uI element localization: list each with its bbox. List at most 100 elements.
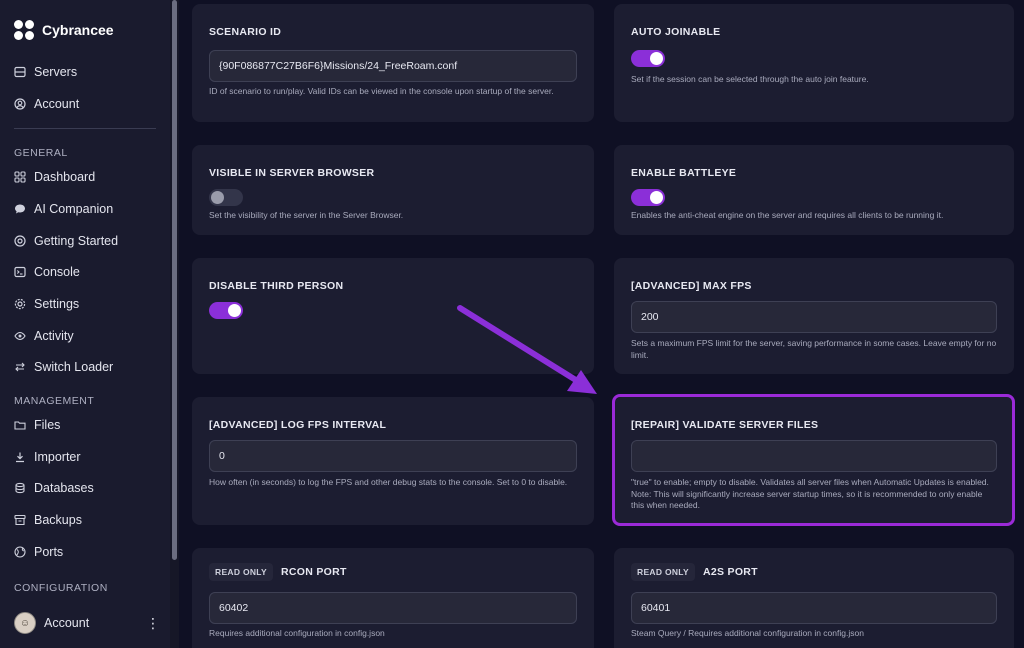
brand[interactable]: Cybrancee: [0, 0, 170, 42]
sidebar-item-label: Importer: [34, 449, 81, 464]
card-title: DISABLE THIRD PERSON: [209, 280, 344, 292]
sidebar-item-backups[interactable]: Backups: [0, 504, 170, 536]
sidebar-item-importer[interactable]: Importer: [0, 441, 170, 473]
card-description: Sets a maximum FPS limit for the server,…: [631, 338, 997, 360]
sidebar-item-label: Backups: [34, 513, 82, 528]
section-label-general: GENERAL: [14, 147, 68, 160]
sidebar-item-label: Databases: [34, 481, 94, 496]
sidebar-item-dashboard[interactable]: Dashboard: [0, 161, 170, 193]
sidebar-scrollbar[interactable]: [170, 0, 179, 648]
dashboard-icon: [14, 171, 26, 183]
card-description: ID of scenario to run/play. Valid IDs ca…: [209, 86, 554, 96]
sidebar-item-label: Files: [34, 418, 61, 433]
sidebar-item-label: Console: [34, 265, 80, 280]
sidebar-item-settings[interactable]: Settings: [0, 288, 170, 320]
sidebar-item-ai-companion[interactable]: AI Companion: [0, 193, 170, 225]
sidebar-item-label: Switch Loader: [34, 360, 114, 375]
scenario-id-input[interactable]: {90F086877C27B6F6}Missions/24_FreeRoam.c…: [209, 50, 577, 82]
rcon-port-input[interactable]: 60402: [209, 592, 577, 624]
sidebar-item-label: Servers: [34, 64, 78, 79]
database-icon: [14, 482, 26, 494]
card-title: RCON PORT: [280, 566, 347, 578]
enable-battleye-toggle[interactable]: [631, 189, 665, 206]
section-label-management: MANAGEMENT: [14, 395, 95, 408]
card-rcon-port: READ ONLY RCON PORT 60402 Requires addit…: [192, 548, 594, 648]
sidebar-item-label: Settings: [34, 296, 80, 311]
card-visible-in-server-browser: VISIBLE IN SERVER BROWSER Set the visibi…: [192, 145, 594, 235]
card-auto-joinable: AUTO JOINABLE Set if the session can be …: [614, 4, 1014, 122]
card-description: Enables the anti-cheat engine on the ser…: [631, 210, 944, 220]
card-title: VISIBLE IN SERVER BROWSER: [209, 167, 375, 179]
sidebar-item-account[interactable]: Account: [0, 88, 170, 120]
archive-icon: [14, 514, 26, 526]
brand-name: Cybrancee: [42, 22, 114, 38]
account-menu[interactable]: ☺ Account ⋮: [0, 598, 170, 648]
sidebar-item-label: Account: [34, 96, 80, 111]
card-title: [ADVANCED] MAX FPS: [631, 280, 752, 292]
sidebar-item-switch-loader[interactable]: Switch Loader: [0, 352, 170, 384]
sidebar-item-servers[interactable]: Servers: [0, 56, 170, 88]
servers-icon: [14, 66, 26, 78]
brand-logo-icon: [14, 20, 34, 40]
sidebar-divider: [14, 128, 156, 130]
eye-icon: [14, 330, 26, 342]
card-enable-battleye: ENABLE BATTLEYE Enables the anti-cheat e…: [614, 145, 1014, 235]
card-title: [REPAIR] VALIDATE SERVER FILES: [631, 419, 819, 431]
card-disable-third-person: DISABLE THIRD PERSON: [192, 258, 594, 374]
sidebar-item-label: Activity: [34, 328, 74, 343]
card-log-fps-interval: [ADVANCED] LOG FPS INTERVAL 0 How often …: [192, 397, 594, 525]
sidebar-item-label: Ports: [34, 544, 64, 559]
scrollbar-thumb[interactable]: [172, 0, 177, 560]
card-a2s-port: READ ONLY A2S PORT 60401 Steam Query / R…: [614, 548, 1014, 648]
card-scenario-id: SCENARIO ID {90F086877C27B6F6}Missions/2…: [192, 4, 594, 122]
card-title: SCENARIO ID: [209, 26, 282, 38]
sidebar: Cybrancee Servers Account GENERAL Dashbo…: [0, 0, 170, 648]
max-fps-input[interactable]: 200: [631, 301, 997, 333]
sidebar-item-label: Getting Started: [34, 233, 119, 248]
visible-in-browser-toggle[interactable]: [209, 189, 243, 206]
card-description: Set the visibility of the server in the …: [209, 210, 404, 220]
account-icon: [14, 97, 26, 110]
globe-icon: [14, 546, 26, 558]
card-description: Steam Query / Requires additional config…: [631, 628, 864, 638]
card-validate-server-files: [REPAIR] VALIDATE SERVER FILES "true" to…: [614, 397, 1014, 525]
avatar: ☺: [14, 612, 36, 634]
sidebar-item-activity[interactable]: Activity: [0, 320, 170, 352]
download-icon: [14, 451, 26, 463]
gear-icon: [14, 298, 26, 310]
sidebar-item-label: AI Companion: [34, 201, 114, 216]
section-label-configuration: CONFIGURATION: [14, 581, 108, 594]
card-description: Requires additional configuration in con…: [209, 628, 385, 638]
card-description: How often (in seconds) to log the FPS an…: [209, 477, 568, 487]
sidebar-item-getting-started[interactable]: Getting Started: [0, 225, 170, 257]
lifebuoy-icon: [14, 234, 26, 247]
card-title: A2S PORT: [702, 566, 758, 578]
kebab-menu-icon[interactable]: ⋮: [146, 615, 160, 632]
app-root: Cybrancee Servers Account GENERAL Dashbo…: [0, 0, 1024, 648]
card-description: "true" to enable; empty to disable. Vali…: [631, 477, 989, 510]
a2s-port-input[interactable]: 60401: [631, 592, 997, 624]
card-title: AUTO JOINABLE: [631, 26, 721, 38]
card-title: ENABLE BATTLEYE: [631, 167, 737, 179]
account-name: Account: [44, 616, 90, 630]
card-title-row: READ ONLY RCON PORT: [209, 563, 347, 581]
console-icon: [14, 266, 26, 278]
main-content: SCENARIO ID {90F086877C27B6F6}Missions/2…: [179, 0, 1024, 648]
read-only-badge: READ ONLY: [631, 563, 695, 581]
auto-joinable-toggle[interactable]: [631, 50, 665, 67]
sidebar-item-files[interactable]: Files: [0, 409, 170, 441]
folder-icon: [14, 419, 26, 431]
sidebar-item-databases[interactable]: Databases: [0, 473, 170, 505]
card-description: Set if the session can be selected throu…: [631, 74, 869, 84]
chat-icon: [14, 203, 26, 215]
switch-icon: [14, 361, 26, 373]
sidebar-item-console[interactable]: Console: [0, 256, 170, 288]
disable-third-person-toggle[interactable]: [209, 302, 243, 319]
validate-server-files-input[interactable]: [631, 440, 997, 472]
log-fps-interval-input[interactable]: 0: [209, 440, 577, 472]
sidebar-item-ports[interactable]: Ports: [0, 536, 170, 568]
card-title: [ADVANCED] LOG FPS INTERVAL: [209, 419, 387, 431]
read-only-badge: READ ONLY: [209, 563, 273, 581]
sidebar-nav: Servers Account GENERAL Dashboard AI Com…: [0, 56, 170, 596]
card-max-fps: [ADVANCED] MAX FPS 200 Sets a maximum FP…: [614, 258, 1014, 374]
